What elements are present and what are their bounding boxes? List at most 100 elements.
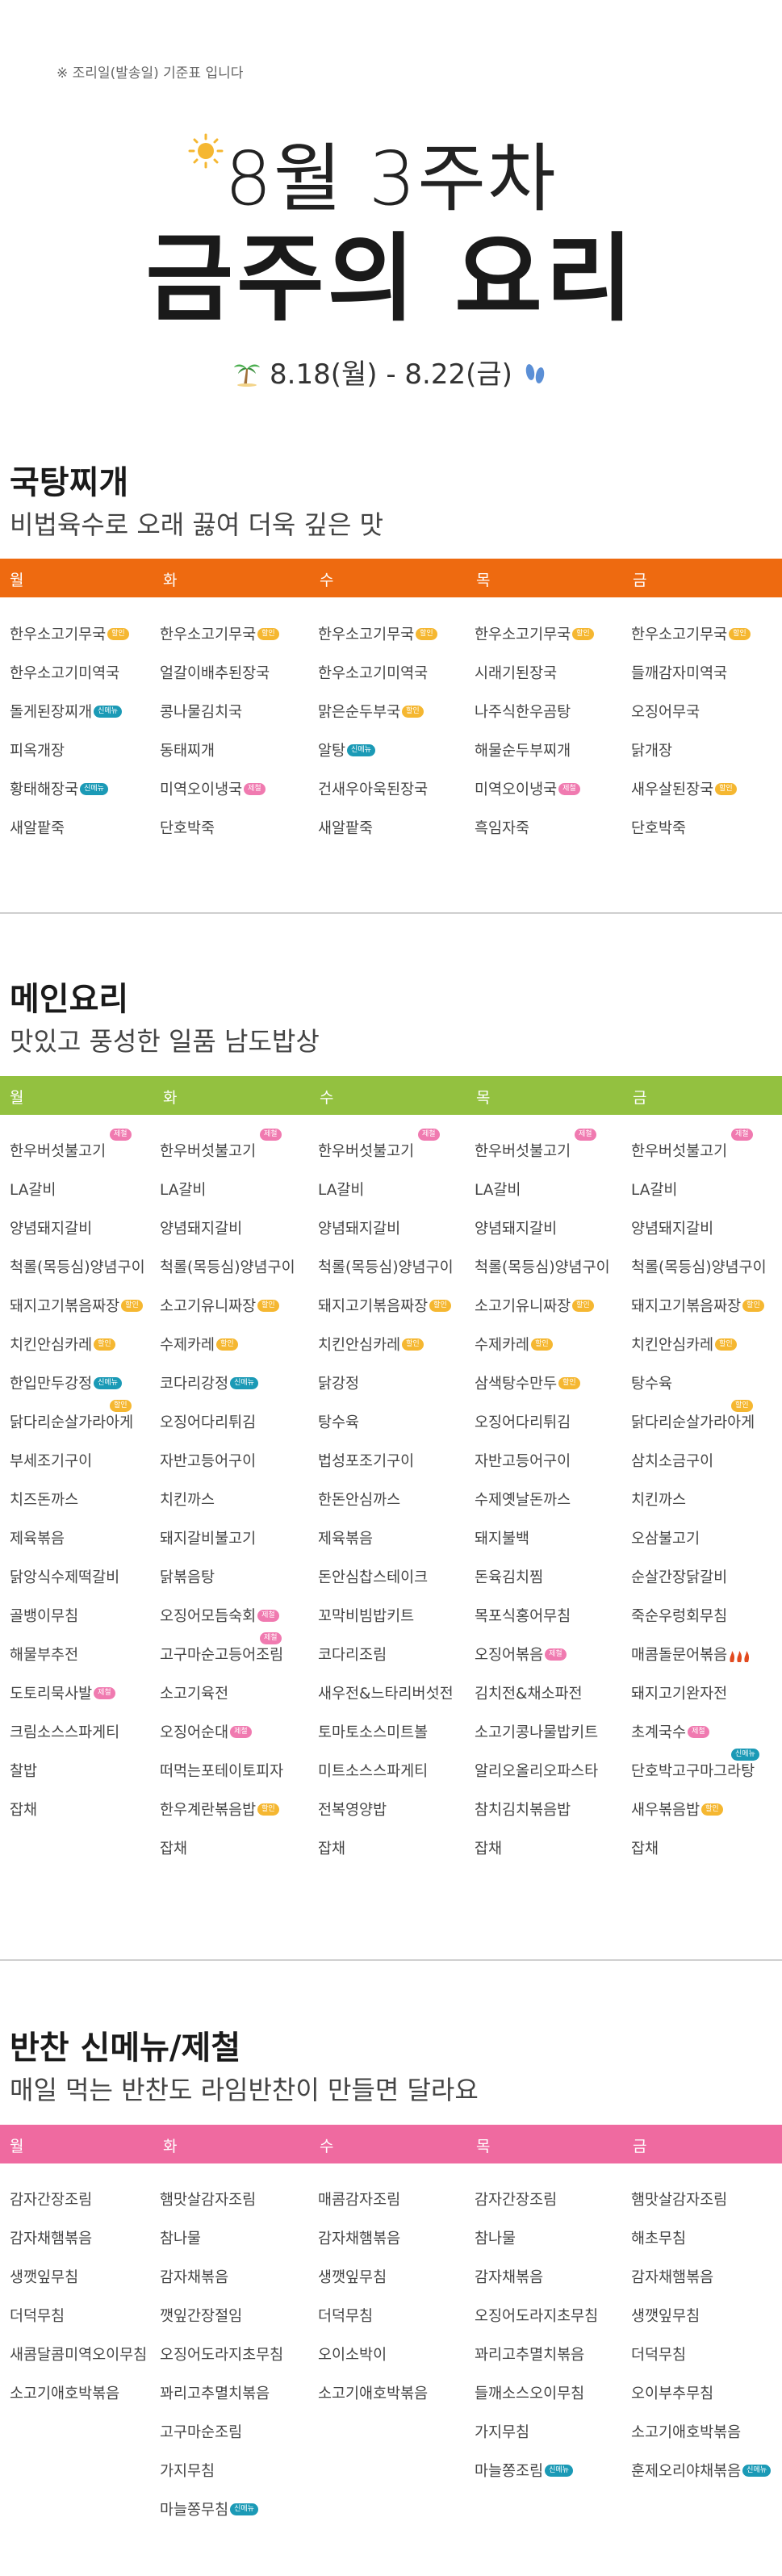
menu-item-name: 토마토소스미트볼 xyxy=(318,1721,428,1742)
menu-item-name: 단호박고구마그라탕 신메뉴 xyxy=(631,1749,759,1781)
menu-badge: 할인 xyxy=(429,1299,451,1312)
menu-item-name: 가지무침 xyxy=(475,2421,529,2442)
menu-item-name: 치즈돈까스 xyxy=(10,1489,78,1510)
menu-item-name: 척롤(목등심)양념구이 xyxy=(160,1256,295,1277)
menu-item-name: 수제카레 할인 xyxy=(160,1334,238,1355)
menu-item-label: 부세조기구이 xyxy=(10,1453,93,1470)
menu-item-label: 매콤돌문어볶음 xyxy=(631,1647,728,1664)
section-subtitle: 맛있고 풍성한 일품 남도밥상 xyxy=(10,1026,320,1057)
menu-item-name: 감자간장조림 xyxy=(10,2189,92,2209)
menu-badge: 제철 xyxy=(260,1632,282,1644)
menu-item-label: 미트소스스파게티 xyxy=(318,1763,429,1780)
menu-badge: 제철 xyxy=(558,782,580,795)
menu-badge: 할인 xyxy=(107,627,129,640)
menu-badge: 제철 xyxy=(688,1725,709,1738)
section-divider xyxy=(0,912,782,914)
menu-item-name: 새우전&느타리버섯전 xyxy=(318,1682,454,1703)
menu-badge: 할인 xyxy=(257,1803,279,1816)
menu-item-label: 닭볶음탕 xyxy=(160,1569,215,1586)
menu-item-name: 참치김치볶음밥 xyxy=(475,1799,571,1820)
weekday-header-bar: 월화수목금 xyxy=(0,2125,782,2163)
menu-item-name: 한우버섯불고기 제철 xyxy=(10,1129,132,1161)
menu-item-name: 새알팥죽 xyxy=(10,817,65,838)
menu-item-name: LA갈비 xyxy=(318,1179,364,1200)
menu-item-name: 해물순두부찌개 xyxy=(475,739,571,760)
weekday-label: 월 xyxy=(10,572,24,589)
menu-item-name: 오이부추무침 xyxy=(631,2382,713,2403)
menu-item-name: 닭볶음탕 xyxy=(160,1566,215,1587)
menu-item-label: 더덕무침 xyxy=(631,2347,687,2364)
menu-badge: 할인 xyxy=(110,1400,132,1412)
menu-item-label: 고구마순조림 xyxy=(160,2424,243,2441)
menu-item-label: 수제카레 xyxy=(475,1337,530,1354)
menu-item-name: 돼지갈비불고기 xyxy=(160,1527,256,1548)
menu-item-name: 잡채 xyxy=(475,1837,502,1858)
section-divider xyxy=(0,1959,782,1961)
menu-item-name: 떠먹는포테이토피자 xyxy=(160,1760,283,1781)
menu-item-label: 전복영양밥 xyxy=(318,1802,387,1819)
menu-item-name: 단호박죽 xyxy=(631,817,686,838)
menu-item-name: LA갈비 xyxy=(631,1179,677,1200)
menu-item-name: 건새우아욱된장국 xyxy=(318,778,428,799)
menu-item-label: 잡채 xyxy=(475,1841,503,1858)
menu-badge: 신메뉴 xyxy=(230,1376,258,1389)
menu-item-name: 감자채볶음 xyxy=(160,2266,228,2287)
menu-item-name: 코다리조림 xyxy=(318,1644,387,1665)
menu-item-label: 더덕무침 xyxy=(318,2308,374,2325)
menu-item-label: 알리오올리오파스타 xyxy=(475,1763,599,1780)
menu-item-name: 양념돼지갈비 xyxy=(631,1217,713,1238)
menu-item-label: 참나물 xyxy=(160,2230,202,2247)
menu-item-label: 코다리조림 xyxy=(318,1647,387,1664)
menu-item-label: 새우볶음밥 xyxy=(631,1802,700,1819)
menu-item-label: 척롤(목등심)양념구이 xyxy=(475,1259,610,1276)
menu-item-name: 고구마순조림 xyxy=(160,2421,242,2442)
menu-item-label: 삼색탕수만두 xyxy=(475,1376,558,1393)
menu-item-name: 치킨안심카레 할인 xyxy=(631,1334,737,1355)
menu-item-name: 오징어도라지초무침 xyxy=(475,2305,598,2326)
weekday-label: 화 xyxy=(163,2138,178,2155)
menu-item-name: 깻잎간장절임 xyxy=(160,2305,242,2326)
menu-item-name: 닭앙식수제떡갈비 xyxy=(10,1566,119,1587)
menu-item-label: 꼬막비빔밥키트 xyxy=(318,1608,415,1625)
menu-badge: 신메뉴 xyxy=(347,743,375,756)
menu-item-name: 오징어볶음 제철 xyxy=(475,1644,567,1665)
menu-item-label: 치킨까스 xyxy=(631,1492,687,1509)
menu-item-name: 잡채 xyxy=(318,1837,345,1858)
menu-item-name: 참나물 xyxy=(475,2227,516,2248)
menu-badge: 제철 xyxy=(545,1648,567,1661)
menu-badge: 신메뉴 xyxy=(731,1749,759,1761)
menu-item-name: 초계국수 제철 xyxy=(631,1721,709,1742)
menu-item-name: 삼색탕수만두 할인 xyxy=(475,1372,580,1393)
menu-item-label: 훈제오리야채볶음 xyxy=(631,2463,742,2480)
menu-item-name: 양념돼지갈비 xyxy=(318,1217,400,1238)
menu-item-name: 황태해장국 신메뉴 xyxy=(10,778,108,799)
menu-item-label: 오징어다리튀김 xyxy=(160,1414,257,1431)
weekday-label: 수 xyxy=(320,1089,334,1107)
menu-item-label: 도토리묵사발 xyxy=(10,1686,93,1703)
menu-item-label: 가지무침 xyxy=(160,2463,215,2480)
menu-item-label: 한우소고기미역국 xyxy=(318,665,429,682)
menu-badge: 할인 xyxy=(701,1803,723,1816)
menu-item-name: 얼갈이배추된장국 xyxy=(160,662,270,683)
menu-item-label: 양념돼지갈비 xyxy=(475,1221,558,1238)
menu-badge: 제철 xyxy=(230,1725,252,1738)
menu-item-name: 매콤돌문어볶음 xyxy=(631,1644,751,1665)
menu-item-label: 감자채볶음 xyxy=(160,2269,229,2286)
menu-item-name: 콩나물김치국 xyxy=(160,701,242,722)
menu-item-label: 닭앙식수제떡갈비 xyxy=(10,1569,120,1586)
hero-line1: 8월 3주차 xyxy=(224,136,558,222)
menu-item-name: 감자채볶음 xyxy=(475,2266,543,2287)
menu-item-name: 닭다리순살가라아게 할인 xyxy=(10,1400,133,1432)
menu-item-name: 고구마순고등어조림 제철 xyxy=(160,1632,283,1665)
menu-item-label: 감자간장조림 xyxy=(10,2192,93,2209)
menu-item-label: 치즈돈까스 xyxy=(10,1492,79,1509)
menu-badge: 할인 xyxy=(729,627,751,640)
menu-item-label: 피옥개장 xyxy=(10,743,65,760)
menu-item-name: 순살간장닭갈비 xyxy=(631,1566,727,1587)
menu-item-label: 돼지고기완자전 xyxy=(631,1686,728,1703)
menu-badge: 신메뉴 xyxy=(80,782,108,795)
menu-item-label: 햄맛살감자조림 xyxy=(631,2192,728,2209)
menu-item-name: 닭강정 xyxy=(318,1372,359,1393)
menu-item-label: 새우전&느타리버섯전 xyxy=(318,1686,454,1703)
menu-item-label: 양념돼지갈비 xyxy=(631,1221,714,1238)
